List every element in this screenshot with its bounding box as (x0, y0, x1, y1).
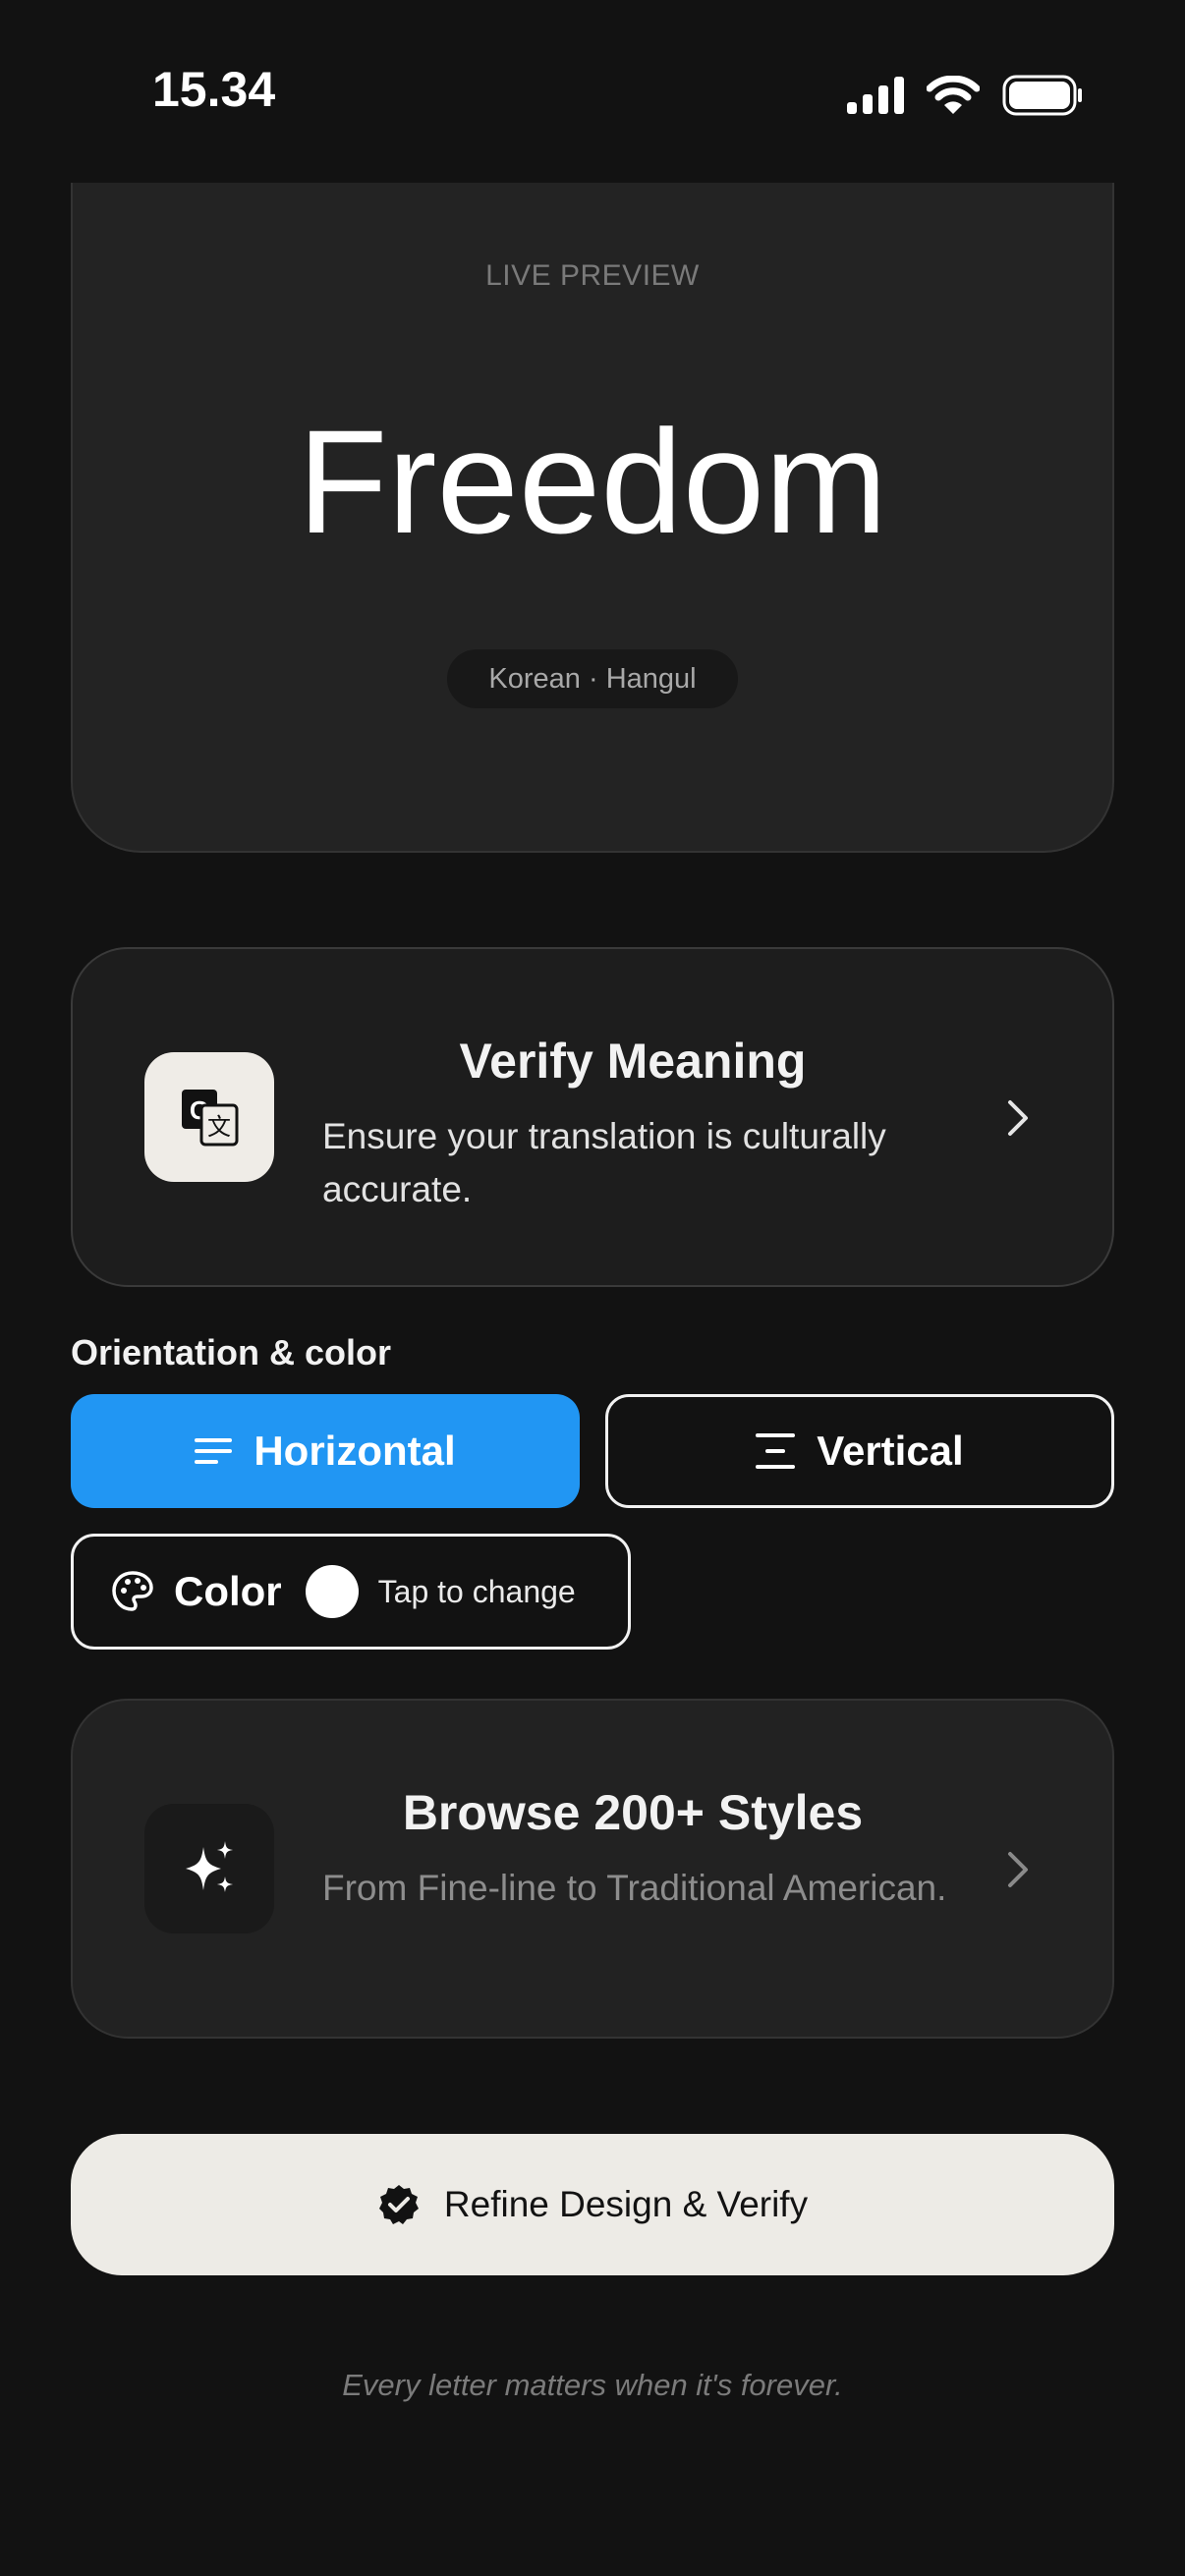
lines-icon (195, 1438, 233, 1464)
signal-icon (847, 77, 904, 114)
footer-tagline: Every letter matters when it's forever. (342, 2368, 843, 2402)
palette-icon (112, 1571, 153, 1611)
browse-styles-subtitle: From Fine-line to Traditional American. (322, 1868, 947, 1908)
svg-text:文: 文 (207, 1113, 231, 1141)
orientation-section-label: Orientation & color (71, 1332, 392, 1372)
vertical-label: Vertical (817, 1428, 964, 1474)
chevron-right-icon[interactable] (998, 1850, 1038, 1889)
horizontal-button[interactable]: Horizontal (71, 1394, 580, 1508)
color-swatch (305, 1565, 359, 1618)
vertical-align-icon (756, 1433, 796, 1469)
vertical-button[interactable]: Vertical (605, 1394, 1114, 1508)
cta-label: Refine Design & Verify (443, 2184, 809, 2224)
chevron-right-icon[interactable] (998, 1098, 1038, 1138)
verified-badge-icon (378, 2185, 419, 2224)
battery-icon (1002, 75, 1082, 116)
refine-design-verify-button[interactable]: Refine Design & Verify (71, 2134, 1114, 2275)
horizontal-label: Horizontal (254, 1428, 456, 1474)
wifi-icon (927, 76, 980, 114)
status-time: 15.34 (152, 62, 276, 117)
status-icons (847, 71, 1083, 120)
live-preview-label: LIVE PREVIEW (485, 259, 700, 292)
sparkles-icon (144, 1804, 274, 1933)
browse-styles-title: Browse 200+ Styles (402, 1785, 864, 1840)
language-badge: Korean · Hangul (447, 649, 738, 708)
verify-meaning-subtitle: Ensure your translation is culturally ac… (322, 1116, 886, 1209)
preview-text: Freedom (297, 399, 888, 564)
verify-meaning-title: Verify Meaning (459, 1034, 807, 1089)
color-picker-button[interactable]: Color Tap to change (71, 1534, 631, 1650)
color-label: Color (174, 1568, 282, 1614)
translate-icon: G 文 (144, 1052, 274, 1182)
color-hint: Tap to change (377, 1573, 576, 1609)
